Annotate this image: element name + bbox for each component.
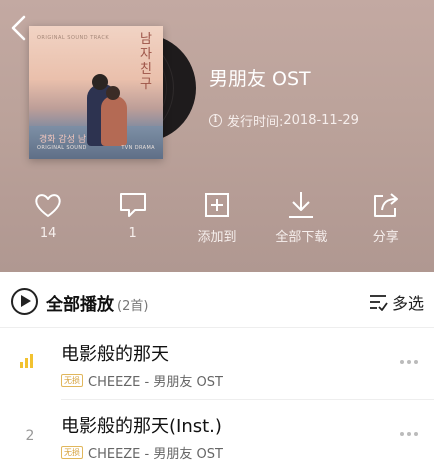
multi-select-icon bbox=[369, 295, 388, 311]
more-icon[interactable] bbox=[400, 432, 418, 436]
share-icon bbox=[373, 193, 398, 217]
download-icon bbox=[289, 192, 314, 218]
multi-select-label: 多选 bbox=[391, 294, 424, 313]
list-item[interactable]: 电影般的那天 无损 CHEEZE - 男朋友 OST bbox=[0, 328, 434, 398]
album-title: 男朋友 OST bbox=[209, 68, 311, 90]
comment-icon bbox=[119, 193, 146, 217]
release-info: i 发行时间: 2018-11-29 bbox=[209, 111, 359, 130]
add-to-button[interactable]: 添加到 bbox=[181, 189, 253, 249]
play-all-bar: 全部播放 (2首) 多选 bbox=[0, 272, 434, 328]
now-playing-icon bbox=[20, 354, 33, 368]
cover-footer-right: TVN DRAMA bbox=[121, 145, 155, 151]
info-icon: i bbox=[209, 114, 222, 127]
download-all-label: 全部下载 bbox=[275, 230, 328, 245]
back-arrow-icon[interactable] bbox=[8, 14, 30, 42]
multi-select-button[interactable]: 多选 bbox=[368, 290, 424, 314]
add-box-icon bbox=[204, 193, 229, 217]
heart-icon bbox=[35, 194, 61, 217]
like-count: 14 bbox=[39, 226, 57, 241]
cover-hangul-title: 남자친구 bbox=[140, 32, 152, 92]
cover-stamp-text: 경화 감성 남 bbox=[39, 135, 87, 145]
song-list: 全部播放 (2首) 多选 电影般的那天 无损 CHEEZE - 男朋友 OST 2… bbox=[0, 272, 434, 469]
cover-caption: ORIGINAL SOUND TRACK bbox=[37, 35, 110, 41]
action-bar: 14 1 添加到 全部下载 分享 bbox=[0, 189, 434, 249]
song-title: 电影般的那天 bbox=[61, 344, 169, 365]
release-date: 2018-11-29 bbox=[283, 113, 359, 128]
cover-figure bbox=[101, 96, 127, 146]
release-label: 发行时间: bbox=[227, 115, 284, 130]
lossless-badge: 无损 bbox=[61, 374, 83, 387]
cover-figure-head bbox=[92, 74, 108, 90]
share-button[interactable]: 分享 bbox=[350, 189, 422, 249]
song-meta: 无损 CHEEZE - 男朋友 OST bbox=[61, 443, 223, 462]
play-all-icon[interactable] bbox=[11, 288, 38, 315]
like-button[interactable]: 14 bbox=[12, 189, 84, 249]
song-artist-album: CHEEZE - 男朋友 OST bbox=[88, 447, 223, 462]
comment-count: 1 bbox=[128, 226, 137, 241]
download-all-button[interactable]: 全部下载 bbox=[265, 189, 337, 249]
cover-footer-left: ORIGINAL SOUND bbox=[37, 145, 87, 151]
song-title: 电影般的那天(Inst.) bbox=[61, 416, 222, 437]
song-count: (2首) bbox=[117, 299, 149, 314]
more-icon[interactable] bbox=[400, 360, 418, 364]
cover-figure-head bbox=[106, 86, 120, 100]
song-artist-album: CHEEZE - 男朋友 OST bbox=[88, 375, 223, 390]
list-item[interactable]: 2 电影般的那天(Inst.) 无损 CHEEZE - 男朋友 OST bbox=[0, 400, 434, 469]
song-meta: 无损 CHEEZE - 男朋友 OST bbox=[61, 371, 223, 390]
play-all-button[interactable]: 全部播放 (2首) bbox=[46, 290, 148, 315]
comment-button[interactable]: 1 bbox=[97, 189, 169, 249]
album-header: ORIGINAL SOUND TRACK 남자친구 경화 감성 남 ORIGIN… bbox=[0, 0, 434, 272]
play-all-label: 全部播放 bbox=[46, 295, 114, 315]
song-index: 2 bbox=[25, 428, 35, 444]
add-to-label: 添加到 bbox=[197, 230, 237, 245]
lossless-badge: 无损 bbox=[61, 446, 83, 459]
album-cover[interactable]: ORIGINAL SOUND TRACK 남자친구 경화 감성 남 ORIGIN… bbox=[29, 26, 163, 159]
share-label: 分享 bbox=[372, 230, 399, 245]
